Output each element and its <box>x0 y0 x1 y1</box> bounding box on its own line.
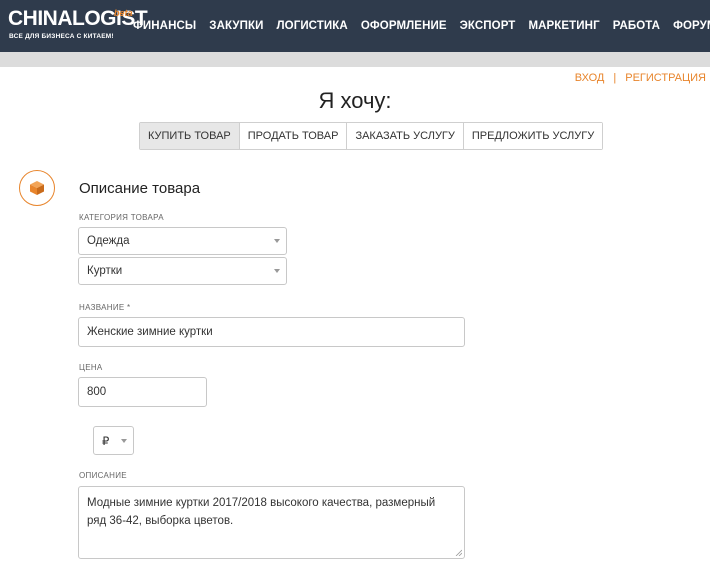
page-title: Я хочу: <box>318 88 392 113</box>
price-value: 800 <box>87 386 107 398</box>
site-logo[interactable]: CHINALOGIST beta ВСЕ ДЛЯ БИЗНЕСА С КИТАЕ… <box>8 6 148 50</box>
nav-item-jobs[interactable]: РАБОТА <box>613 20 660 32</box>
name-input[interactable]: Женские зимние куртки <box>78 317 465 347</box>
nav-item-export[interactable]: ЭКСПОРТ <box>460 20 516 32</box>
subcategory-select[interactable]: Куртки <box>78 257 287 285</box>
name-value: Женские зимние куртки <box>87 326 213 338</box>
top-navbar: CHINALOGIST beta ВСЕ ДЛЯ БИЗНЕСА С КИТАЕ… <box>0 0 710 52</box>
section-title: Описание товара <box>79 180 201 197</box>
main-nav: ФИНАНСЫ ЗАКУПКИ ЛОГИСТИКА ОФОРМЛЕНИЕ ЭКС… <box>133 0 710 52</box>
nav-item-marketing[interactable]: МАРКЕТИНГ <box>528 20 599 32</box>
register-link[interactable]: РЕГИСТРАЦИЯ <box>625 72 706 84</box>
sub-header-bar <box>0 52 710 67</box>
chevron-down-icon <box>274 269 280 273</box>
auth-links: ВХОД | РЕГИСТРАЦИЯ <box>575 72 706 84</box>
subcategory-value: Куртки <box>87 265 123 277</box>
category-select[interactable]: Одежда <box>78 227 287 255</box>
currency-value: ₽ <box>102 435 110 448</box>
nav-item-logistics[interactable]: ЛОГИСТИКА <box>276 20 347 32</box>
price-input[interactable]: 800 <box>78 377 207 407</box>
description-textarea[interactable]: Модные зимние куртки 2017/2018 высокого … <box>78 486 465 559</box>
auth-separator: | <box>613 72 617 84</box>
intent-tabs: КУПИТЬ ТОВАР ПРОДАТЬ ТОВАР ЗАКАЗАТЬ УСЛУ… <box>139 122 604 150</box>
tab-offer-service[interactable]: ПРЕДЛОЖИТЬ УСЛУГУ <box>463 123 603 149</box>
logo-beta-badge: beta <box>114 8 133 18</box>
resize-handle-icon[interactable] <box>455 549 462 556</box>
nav-item-purchases[interactable]: ЗАКУПКИ <box>209 20 263 32</box>
login-link[interactable]: ВХОД <box>575 72 605 84</box>
tab-order-service[interactable]: ЗАКАЗАТЬ УСЛУГУ <box>347 123 464 149</box>
description-label: ОПИСАНИЕ <box>79 471 127 480</box>
chevron-down-icon <box>121 438 127 443</box>
tab-sell-product[interactable]: ПРОДАТЬ ТОВАР <box>239 123 348 149</box>
box-icon <box>19 170 55 206</box>
name-label: НАЗВАНИЕ * <box>79 303 131 312</box>
category-value: Одежда <box>87 235 130 247</box>
currency-select[interactable]: ₽ <box>93 426 134 455</box>
logo-tagline: ВСЕ ДЛЯ БИЗНЕСА С КИТАЕМ! <box>9 33 114 40</box>
price-label: ЦЕНА <box>79 363 103 372</box>
tab-buy-product[interactable]: КУПИТЬ ТОВАР <box>140 123 240 149</box>
nav-item-finance[interactable]: ФИНАНСЫ <box>133 20 196 32</box>
description-value: Модные зимние куртки 2017/2018 высокого … <box>87 497 436 527</box>
nav-item-forum[interactable]: ФОРУМ <box>673 20 710 32</box>
category-label: КАТЕГОРИЯ ТОВАРА <box>79 213 164 222</box>
chevron-down-icon <box>274 239 280 243</box>
nav-item-customs[interactable]: ОФОРМЛЕНИЕ <box>361 20 447 32</box>
